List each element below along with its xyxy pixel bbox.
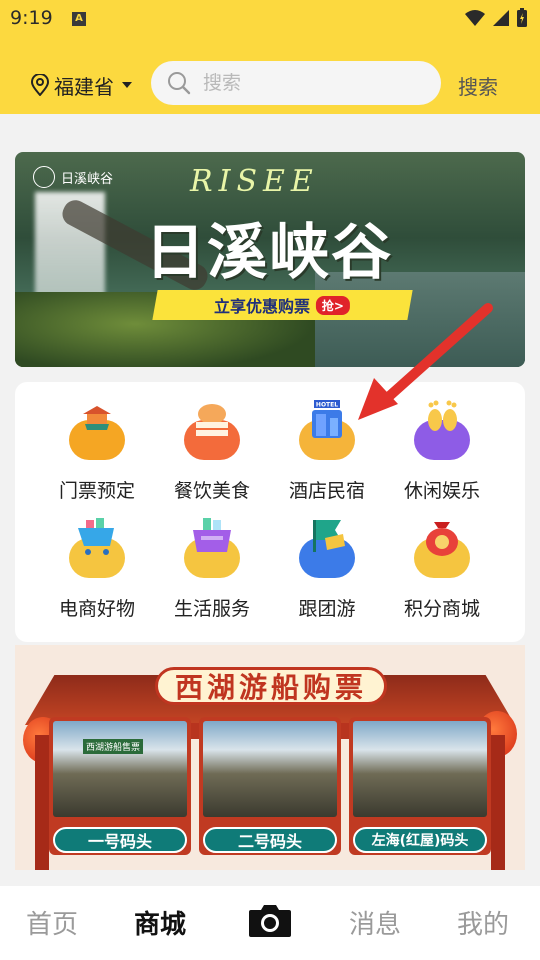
category-menu: 门票预定 餐饮美食 HOTEL 酒店民宿 休闲娱乐 电商好物 生活服务 跟团游 …: [15, 382, 525, 642]
pillar-left: [35, 735, 49, 870]
ticket-temple-icon: [66, 398, 128, 460]
brand-logo-icon: [33, 166, 55, 188]
dock-photo-1: 西湖游船售票: [53, 721, 187, 817]
footprint-icon: [411, 398, 473, 460]
signal-icon: [493, 10, 509, 26]
menu-label-hotel: 酒店民宿: [288, 480, 365, 502]
menu-item-tickets[interactable]: 门票预定: [42, 398, 152, 508]
menu-item-food[interactable]: 餐饮美食: [157, 398, 267, 508]
wifi-icon: [465, 10, 485, 26]
menu-item-ecommerce[interactable]: 电商好物: [42, 516, 152, 626]
dock-photo-3: [353, 721, 487, 817]
top-header: 9:19 A 福建省 搜索: [0, 0, 540, 114]
dock-button-3[interactable]: 左海(红屋)码头: [353, 827, 487, 853]
sim-card-icon: A: [72, 12, 86, 26]
banner-brand-text: 日溪峡谷: [61, 171, 114, 187]
tab-mall[interactable]: 商城: [134, 904, 186, 941]
menu-label-points-mall: 积分商城: [403, 598, 480, 620]
menu-label-services: 生活服务: [173, 598, 250, 620]
menu-label-tickets: 门票预定: [58, 480, 135, 502]
dock-button-2[interactable]: 二号码头: [203, 827, 337, 853]
battery-icon: [517, 8, 527, 27]
promo-banner-rixi-canyon[interactable]: 日溪峡谷 RISEE 日溪峡谷 立享优惠购票 抢>: [15, 152, 525, 367]
location-selector[interactable]: 福建省: [30, 70, 132, 100]
status-bar: 9:19 A: [0, 0, 540, 36]
banner-grab-badge: 抢>: [316, 295, 351, 315]
menu-item-points-mall[interactable]: 积分商城: [387, 516, 497, 626]
menu-item-hotel[interactable]: HOTEL 酒店民宿: [272, 398, 382, 508]
shopping-cart-icon: [66, 516, 128, 578]
tab-home[interactable]: 首页: [26, 904, 78, 941]
lucky-bag-icon: [411, 516, 473, 578]
menu-label-leisure: 休闲娱乐: [403, 480, 480, 502]
location-label: 福建省: [54, 74, 114, 99]
status-icons: [464, 7, 528, 29]
menu-label-ecommerce: 电商好物: [58, 598, 135, 620]
dock-card-1[interactable]: 西湖游船售票 一号码头: [49, 717, 191, 855]
banner-script-text: RISEE: [190, 164, 319, 199]
banner-brand-logo: 日溪峡谷: [33, 166, 113, 188]
search-button[interactable]: 搜索: [458, 71, 498, 100]
hotel-icon: HOTEL: [296, 398, 358, 460]
banner-cta-strip[interactable]: 立享优惠购票 抢>: [152, 290, 413, 320]
dock-photo-2: [203, 721, 337, 817]
basket-icon: [181, 516, 243, 578]
search-bar[interactable]: [151, 61, 441, 105]
promo-title: 西湖游船购票: [155, 667, 387, 705]
dock-card-2[interactable]: 二号码头: [199, 717, 341, 855]
search-icon: [168, 72, 191, 95]
dock-card-3[interactable]: 左海(红屋)码头: [349, 717, 491, 855]
dock-photo-sign: 西湖游船售票: [83, 739, 144, 754]
search-input[interactable]: [203, 72, 403, 94]
menu-item-services[interactable]: 生活服务: [157, 516, 267, 626]
menu-item-group-tour[interactable]: 跟团游: [272, 516, 382, 626]
pillar-right: [491, 735, 505, 870]
promo-westlake-boat[interactable]: 西湖游船购票 西湖游船售票 一号码头 二号码头 左海(红屋)码头: [15, 645, 525, 870]
camera-icon[interactable]: [247, 902, 293, 938]
flag-icon: [296, 516, 358, 578]
tab-profile[interactable]: 我的: [457, 904, 509, 941]
menu-label-food: 餐饮美食: [173, 480, 250, 502]
dock-button-1[interactable]: 一号码头: [53, 827, 187, 853]
chevron-down-icon: [122, 82, 132, 88]
location-pin-icon: [30, 74, 50, 96]
status-time: 9:19: [10, 7, 53, 29]
menu-label-group-tour: 跟团游: [298, 598, 356, 620]
banner-cta-text: 立享优惠购票: [214, 297, 311, 316]
menu-item-leisure[interactable]: 休闲娱乐: [387, 398, 497, 508]
hotel-sign-text: HOTEL: [316, 402, 338, 409]
food-icon: [181, 398, 243, 460]
banner-title: 日溪峡谷: [145, 218, 393, 288]
tab-messages[interactable]: 消息: [349, 904, 401, 941]
